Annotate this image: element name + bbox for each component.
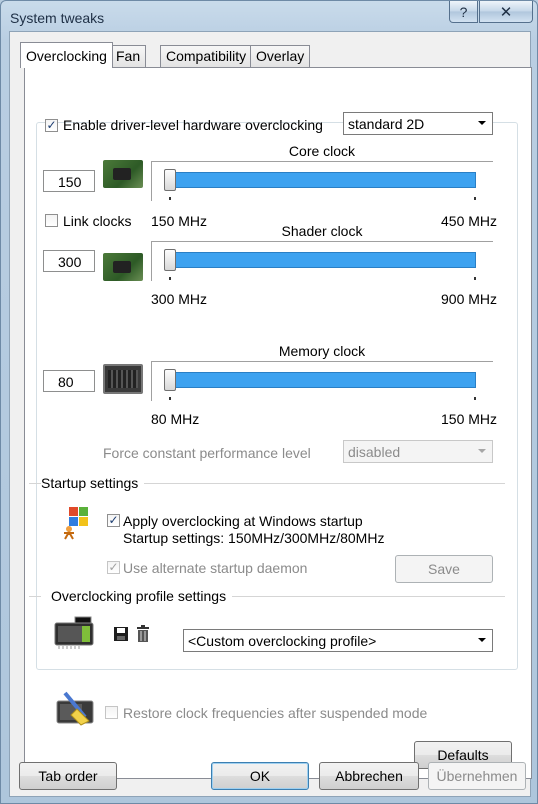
profile-value: <Custom overclocking profile> <box>188 633 377 649</box>
profile-select[interactable]: <Custom overclocking profile> <box>183 629 493 652</box>
tab-compatibility[interactable]: Compatibility <box>160 45 253 67</box>
tab-label: Fan <box>116 48 141 64</box>
tab-overclocking[interactable]: Overclocking <box>20 42 113 68</box>
enable-overclocking-label: Enable driver-level hardware overclockin… <box>63 117 323 133</box>
tab-fan[interactable]: Fan <box>110 45 147 67</box>
memory-clock-value[interactable]: 80 <box>43 370 95 392</box>
system-tweaks-window: System tweaks ? ✕ Overclocking Fan Compa… <box>0 0 538 804</box>
core-clock-value[interactable]: 150 <box>43 170 95 192</box>
title-bar: System tweaks ? ✕ <box>1 1 537 33</box>
slider-tick <box>169 277 171 280</box>
slider-tick <box>474 197 476 200</box>
force-performance-label: Force constant performance level <box>103 445 311 461</box>
memory-clock-slider[interactable] <box>151 361 493 401</box>
tab-order-button[interactable]: Tab order <box>19 762 117 790</box>
core-clock-thumb[interactable] <box>164 169 176 191</box>
shader-clock-value-text: 300 <box>58 254 82 270</box>
dropdown-arrow-icon <box>478 638 486 642</box>
tab-label: Overclocking <box>26 48 107 64</box>
gpu-chip-icon <box>103 253 143 281</box>
memory-clock-min: 80 MHz <box>151 411 200 427</box>
apply-button[interactable]: Übernehmen <box>428 762 526 790</box>
core-clock-title: Core clock <box>288 143 356 159</box>
link-clocks-label: Link clocks <box>63 213 132 229</box>
save-button[interactable]: Save <box>395 555 493 583</box>
close-button[interactable]: ✕ <box>479 1 533 23</box>
close-icon: ✕ <box>499 3 513 21</box>
shader-clock-value[interactable]: 300 <box>43 250 95 272</box>
core-clock-track <box>164 172 476 188</box>
slider-tick <box>169 197 171 200</box>
help-icon: ? <box>459 3 468 20</box>
memory-clock-title: Memory clock <box>278 343 366 359</box>
restore-cleaning-icon <box>56 691 94 726</box>
core-clock-slider[interactable] <box>151 161 493 201</box>
memory-clock-max: 150 MHz <box>441 411 498 427</box>
tab-overlay[interactable]: Overlay <box>250 45 311 67</box>
ok-button[interactable]: OK <box>211 762 309 790</box>
cancel-button[interactable]: Abbrechen <box>319 762 419 790</box>
startup-settings-text: Startup settings: 150MHz/300MHz/80MHz <box>123 530 385 546</box>
shader-clock-title: Shader clock <box>281 223 363 239</box>
startup-section-title: Startup settings <box>41 475 145 491</box>
overclocking-panel: ✓ Enable driver-level hardware overclock… <box>24 67 532 779</box>
alternate-daemon-checkbox[interactable]: ✓ <box>107 561 120 574</box>
profile-section-title: Overclocking profile settings <box>41 588 233 604</box>
slider-tick <box>474 397 476 400</box>
shader-clock-min: 300 MHz <box>151 291 208 307</box>
slider-tick <box>169 397 171 400</box>
save-disk-icon[interactable] <box>113 626 129 642</box>
shader-clock-thumb[interactable] <box>164 249 176 271</box>
dropdown-arrow-icon <box>478 449 486 453</box>
force-performance-select[interactable]: disabled <box>343 440 493 463</box>
memory-clock-value-text: 80 <box>58 374 74 390</box>
dropdown-arrow-icon <box>478 121 486 125</box>
restore-clocks-checkbox[interactable] <box>105 706 118 719</box>
video-card-icon <box>54 616 94 649</box>
core-clock-value-text: 150 <box>58 174 82 190</box>
shader-clock-slider[interactable] <box>151 241 493 281</box>
trash-icon[interactable] <box>135 625 151 643</box>
memory-clock-track <box>164 372 476 388</box>
gpu-chip-icon <box>103 160 143 188</box>
apply-at-startup-label: Apply overclocking at Windows startup <box>123 513 363 529</box>
shader-clock-track <box>164 252 476 268</box>
force-performance-value: disabled <box>348 444 401 460</box>
memory-clock-thumb[interactable] <box>164 369 176 391</box>
restore-clocks-label: Restore clock frequencies after suspende… <box>123 705 428 721</box>
clock-mode-value: standard 2D <box>348 116 425 132</box>
alternate-daemon-label: Use alternate startup daemon <box>123 560 308 576</box>
clock-mode-select[interactable]: standard 2D <box>343 112 493 135</box>
shader-clock-max: 900 MHz <box>441 291 498 307</box>
apply-at-startup-checkbox[interactable]: ✓ <box>107 514 120 527</box>
help-button[interactable]: ? <box>449 1 478 23</box>
slider-tick <box>474 277 476 280</box>
dialog-client: Overclocking Fan Compatibility Overlay ✓… <box>9 31 532 797</box>
link-clocks-checkbox[interactable] <box>45 214 58 227</box>
enable-overclocking-checkbox[interactable]: ✓ <box>45 119 58 132</box>
memory-chip-icon <box>103 364 143 394</box>
window-title: System tweaks <box>10 10 105 26</box>
windows-startup-icon <box>64 507 88 540</box>
tab-label: Overlay <box>256 48 305 64</box>
tab-label: Compatibility <box>166 48 247 64</box>
